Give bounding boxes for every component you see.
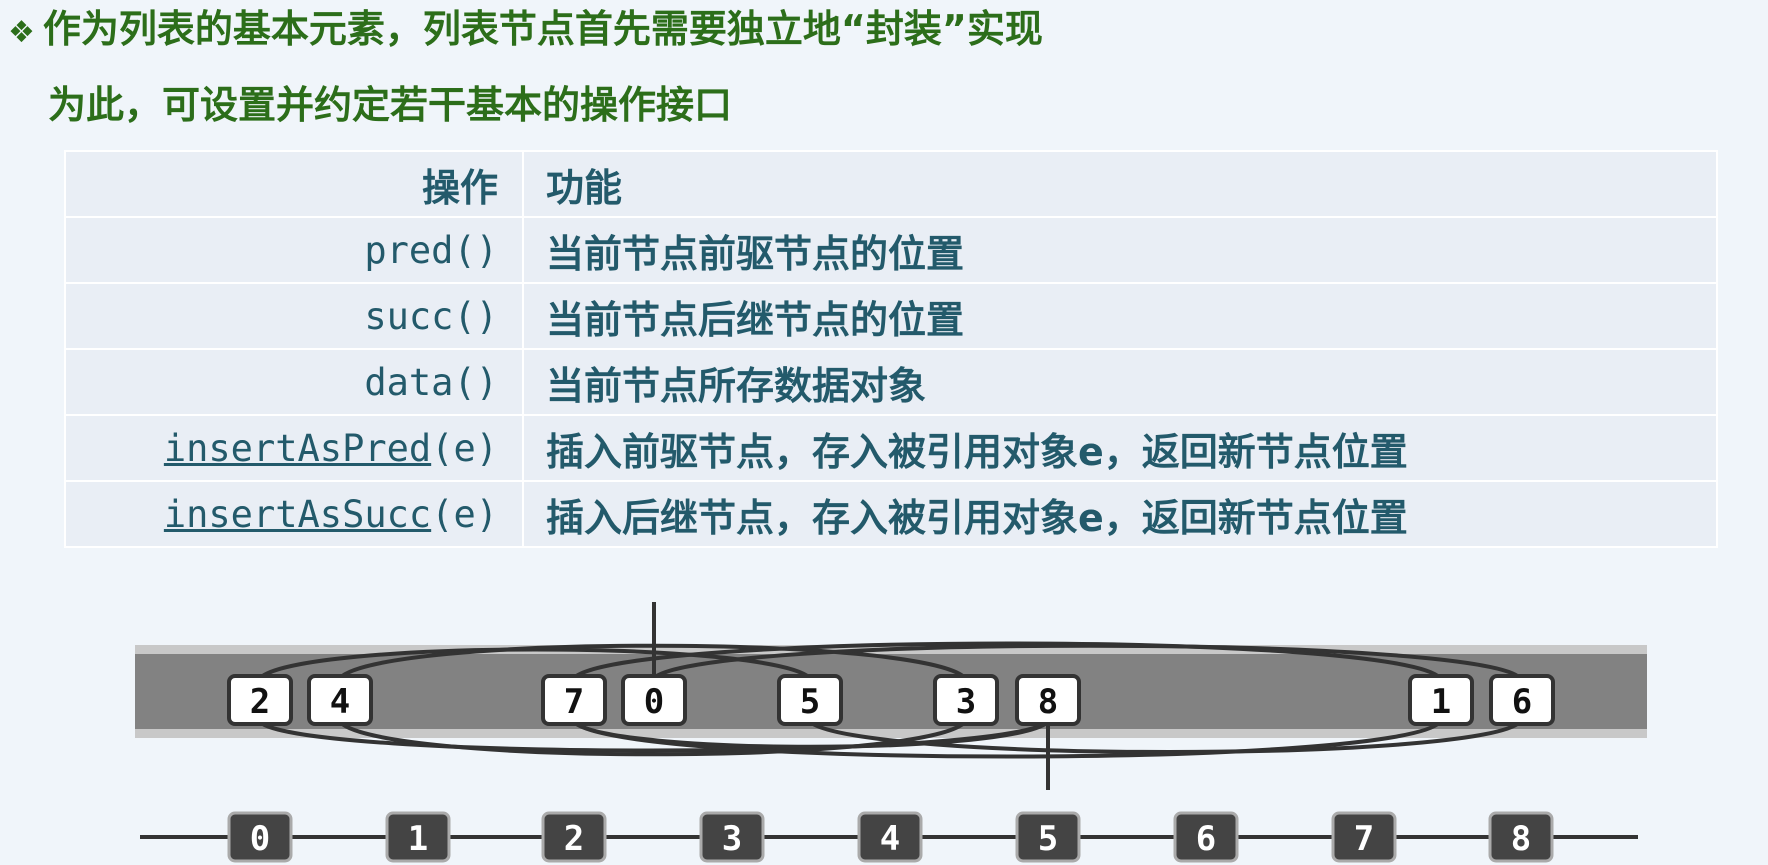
- function-description: 插入后继节点，存入被引用对象e，返回新节点位置: [546, 495, 1408, 540]
- diamond-bullet-icon: ❖: [8, 15, 35, 50]
- header-operation: 操作: [64, 150, 524, 218]
- memory-node: 8: [1015, 674, 1081, 726]
- svg-text:6: 6: [1196, 819, 1216, 859]
- function-description: 当前节点后继节点的位置: [546, 297, 965, 342]
- heading-line-1: ❖ 作为列表的基本元素，列表节点首先需要独立地“封装”实现: [8, 2, 1043, 60]
- svg-text:5: 5: [800, 682, 820, 722]
- svg-text:7: 7: [1354, 819, 1374, 859]
- table-row: insertAsSucc(e) 插入后继节点，存入被引用对象e，返回新节点位置: [64, 480, 1718, 548]
- svg-text:3: 3: [956, 682, 976, 722]
- memory-node: 3: [933, 674, 999, 726]
- table-row: insertAsPred(e) 插入前驱节点，存入被引用对象e，返回新节点位置: [64, 414, 1718, 482]
- memory-node: 2: [227, 674, 293, 726]
- memory-node: 0: [621, 674, 687, 726]
- svg-text:7: 7: [564, 682, 584, 722]
- table-row: data() 当前节点所存数据对象: [64, 348, 1718, 416]
- svg-text:8: 8: [1038, 682, 1058, 722]
- rank-node: 8: [1488, 811, 1554, 863]
- svg-text:1: 1: [408, 819, 428, 859]
- rank-node: 7: [1331, 811, 1397, 863]
- rank-node: 5: [1015, 811, 1081, 863]
- rank-nodes: 0 1 2 3 4 5 6 7 8: [227, 811, 1554, 863]
- svg-text:8: 8: [1511, 819, 1531, 859]
- operation-name: succ(): [364, 294, 498, 338]
- svg-text:4: 4: [330, 682, 350, 722]
- operations-table: 操作 功能 pred() 当前节点前驱节点的位置 succ() 当前节点后继节点…: [64, 150, 1718, 548]
- svg-text:0: 0: [644, 682, 664, 722]
- rank-node: 2: [541, 811, 607, 863]
- function-description: 当前节点所存数据对象: [546, 363, 927, 408]
- table-header-row: 操作 功能: [64, 150, 1718, 218]
- svg-text:5: 5: [1038, 819, 1058, 859]
- svg-text:0: 0: [250, 819, 270, 859]
- svg-text:2: 2: [564, 819, 584, 859]
- memory-node: 1: [1408, 674, 1474, 726]
- heading-text-1: 作为列表的基本元素，列表节点首先需要独立地“封装”实现: [42, 7, 1043, 51]
- memory-node: 5: [777, 674, 843, 726]
- svg-text:2: 2: [250, 682, 270, 722]
- table-row: pred() 当前节点前驱节点的位置: [64, 216, 1718, 284]
- heading-line-2: 为此，可设置并约定若干基本的操作接口: [48, 83, 733, 127]
- memory-node: 4: [307, 674, 373, 726]
- rank-node: 3: [699, 811, 765, 863]
- svg-text:4: 4: [880, 819, 900, 859]
- operation-name: insertAsSucc(e): [163, 492, 498, 536]
- operation-name: insertAsPred(e): [163, 426, 498, 470]
- table-row: succ() 当前节点后继节点的位置: [64, 282, 1718, 350]
- svg-text:6: 6: [1512, 682, 1532, 722]
- memory-node: 7: [541, 674, 607, 726]
- memory-node: 6: [1489, 674, 1555, 726]
- operation-name: data(): [364, 360, 498, 404]
- function-description: 插入前驱节点，存入被引用对象e，返回新节点位置: [546, 429, 1408, 474]
- linked-list-diagram: 2 4 7 0 5 3 8 1 6 0 1 2 3 4 5 6 7 8: [135, 602, 1647, 863]
- header-function: 功能: [522, 150, 1718, 218]
- operation-name: pred(): [364, 228, 498, 272]
- svg-text:1: 1: [1431, 682, 1451, 722]
- function-description: 当前节点前驱节点的位置: [546, 231, 965, 276]
- rank-node: 0: [227, 811, 293, 863]
- rank-node: 1: [385, 811, 451, 863]
- svg-text:3: 3: [722, 819, 742, 859]
- rank-node: 4: [857, 811, 923, 863]
- rank-node: 6: [1173, 811, 1239, 863]
